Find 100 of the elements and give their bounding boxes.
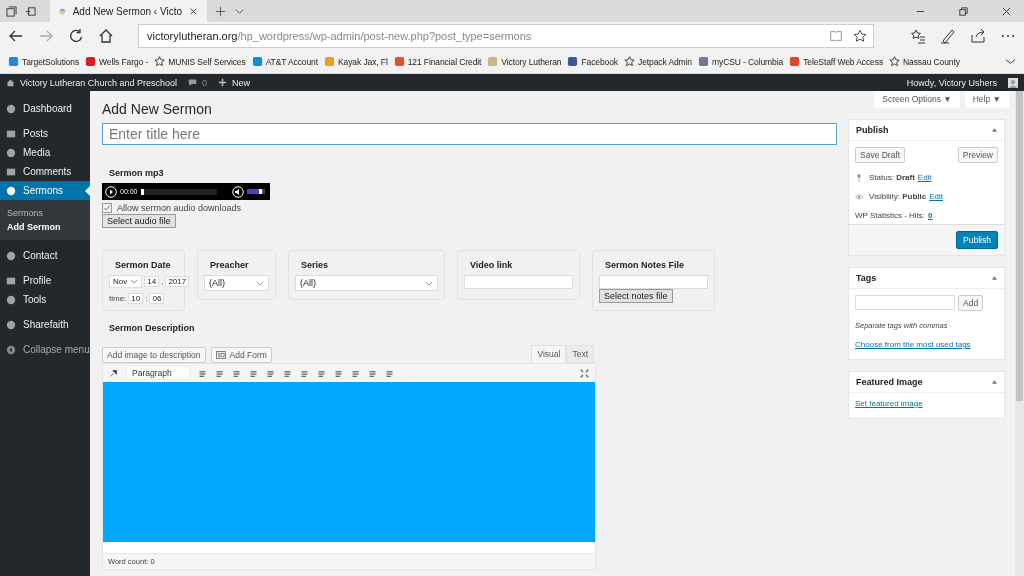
reading-view-icon[interactable] [829, 29, 843, 43]
tab-title: Add New Sermon ‹ Victo [72, 5, 182, 17]
bookmark-link[interactable]: Victory Lutheran [487, 56, 562, 67]
plus-icon[interactable] [217, 78, 227, 87]
bookmark-link[interactable]: Wells Fargo - [85, 56, 149, 67]
time-separator: : [145, 294, 148, 303]
submenu-item[interactable]: Sermons [0, 206, 90, 220]
collapse-triangle-icon[interactable] [992, 380, 997, 384]
sidebar-item[interactable]: Comments [0, 162, 90, 181]
sidebar-item[interactable]: Dashboard [0, 99, 90, 118]
select-notes-button[interactable]: Select notes file [599, 289, 673, 303]
editor-tab[interactable]: Visual [531, 345, 567, 363]
favorites-icon[interactable] [910, 28, 926, 44]
refresh-icon[interactable] [68, 28, 84, 44]
avatar-icon[interactable] [1008, 77, 1018, 88]
progress-track[interactable] [140, 188, 217, 195]
sidebar-item[interactable]: Tools [0, 290, 90, 309]
howdy-link[interactable]: Howdy, Victory Ushers [906, 77, 997, 88]
star-icon[interactable] [853, 29, 867, 43]
set-featured-image-link[interactable]: Set featured image [855, 399, 923, 408]
sidebar-item[interactable]: Sharefaith [0, 315, 90, 334]
year-input[interactable]: 2017 [165, 276, 190, 287]
pen-icon[interactable] [940, 28, 956, 44]
restore-icon[interactable] [958, 5, 969, 17]
scrollbar[interactable] [1015, 91, 1024, 576]
address-bar[interactable]: victorylutheran.org/hp_wordpress/wp-admin/post-new.php?post_type=sermons [138, 24, 874, 48]
checkbox[interactable] [102, 203, 112, 213]
bookmark-link[interactable]: 121 Financial Credit [393, 56, 482, 67]
help-button[interactable]: Help ▼ [964, 91, 1009, 108]
bookmark-link[interactable]: AT&T Account [251, 56, 318, 67]
most-used-tags-link[interactable]: Choose from the most used tags [855, 340, 971, 349]
hour-input[interactable]: 10 [128, 293, 144, 304]
back-arrow-icon[interactable] [8, 28, 24, 44]
edit-link[interactable]: Edit [929, 192, 943, 201]
collapse-triangle-icon[interactable] [992, 128, 997, 132]
site-name-link[interactable]: Victory Lutheran Church and Preschool [20, 77, 177, 88]
preview-button[interactable]: Preview [957, 147, 998, 163]
bookmark-link[interactable]: Nassau County [889, 56, 960, 67]
publish-button[interactable]: Publish [956, 231, 998, 249]
add-form-button[interactable]: Add Form [210, 347, 272, 363]
new-link[interactable]: New [231, 77, 250, 88]
format-select[interactable]: Paragraph [126, 366, 190, 380]
screen-options-button[interactable]: Screen Options ▼ [874, 91, 960, 108]
wordpress-logo-icon[interactable] [6, 78, 15, 87]
field-label: Video link [469, 259, 514, 270]
text-input[interactable] [464, 275, 573, 289]
speaker-icon[interactable] [231, 185, 244, 198]
tag-input[interactable] [855, 295, 955, 310]
editor-tab[interactable]: Text [566, 345, 594, 363]
bookmark-link[interactable]: TargetSolutions [8, 56, 80, 67]
add-image-button[interactable]: Add image to description [102, 347, 206, 363]
month-select[interactable]: Nov [109, 275, 143, 288]
browser-tab[interactable]: Add New Sermon ‹ Victo [50, 0, 207, 22]
save-draft-button[interactable]: Save Draft [855, 147, 906, 163]
time-label: time: [109, 294, 127, 303]
submenu-item[interactable]: Add Sermon [0, 220, 90, 234]
edit-link[interactable]: Edit [917, 173, 932, 182]
dropdown-select[interactable]: (All) [295, 275, 438, 291]
panel-title: Featured Image [856, 377, 923, 387]
checkbox-label: Allow sermon audio downloads [117, 203, 242, 213]
sidebar-item[interactable]: Contact [0, 246, 90, 265]
title-input[interactable]: Enter title here [102, 123, 837, 145]
home-icon[interactable] [98, 28, 114, 44]
collapse-menu-button[interactable]: Collapse menu [0, 340, 90, 359]
bookmark-link[interactable]: MUNIS Self Services [154, 56, 246, 67]
select-audio-button[interactable]: Select audio file [102, 214, 176, 228]
hits-link[interactable]: 0 [928, 211, 933, 220]
close-icon[interactable] [1001, 5, 1012, 17]
sidebar-item[interactable]: Sermons [0, 181, 90, 200]
collapse-triangle-icon[interactable] [992, 276, 997, 280]
toolbar-icon[interactable] [109, 368, 118, 378]
bookmark-link[interactable]: Jetpack Admin [624, 56, 692, 67]
form-icon [215, 351, 226, 359]
day-input[interactable]: 14 [144, 276, 160, 287]
add-tag-button[interactable]: Add [958, 295, 984, 311]
status-text: Status: Draft [869, 173, 915, 182]
bookmark-link[interactable]: TeleStaff Web Access [789, 56, 884, 67]
progress-thumb[interactable] [140, 188, 144, 195]
tab-aside-icon[interactable] [25, 5, 36, 17]
sidebar-item[interactable]: Media [0, 143, 90, 162]
minute-input[interactable]: 06 [149, 293, 165, 304]
share-icon[interactable] [970, 28, 986, 44]
align-left-icon[interactable] [283, 368, 292, 378]
bookmark-link[interactable]: Kayak Jax, Fl [324, 56, 388, 67]
tabs-icon[interactable] [6, 5, 17, 17]
sidebar-item[interactable]: Profile [0, 271, 90, 290]
play-icon[interactable] [105, 185, 117, 198]
chevron-down-icon[interactable] [1005, 56, 1016, 67]
text-input[interactable] [599, 275, 708, 289]
bookmark-link[interactable]: myCSU - Columbia [698, 56, 784, 67]
fullscreen-icon[interactable] [580, 368, 589, 378]
plus-icon[interactable] [215, 5, 226, 17]
bookmark-link[interactable]: Facebook [567, 56, 618, 67]
stats-text: WP Statistics - Hits: [855, 211, 926, 220]
url-text: victorylutheran.org/hp_wordpress/wp-admin/post-new.php?post_type=sermons [147, 30, 533, 42]
dropdown-select[interactable]: (All) [204, 275, 269, 291]
sidebar-item[interactable]: Posts [0, 124, 90, 143]
visibility-text: Visibility: Public [869, 192, 927, 201]
caret-icon [256, 280, 264, 286]
comment-count: 0 [201, 77, 207, 88]
